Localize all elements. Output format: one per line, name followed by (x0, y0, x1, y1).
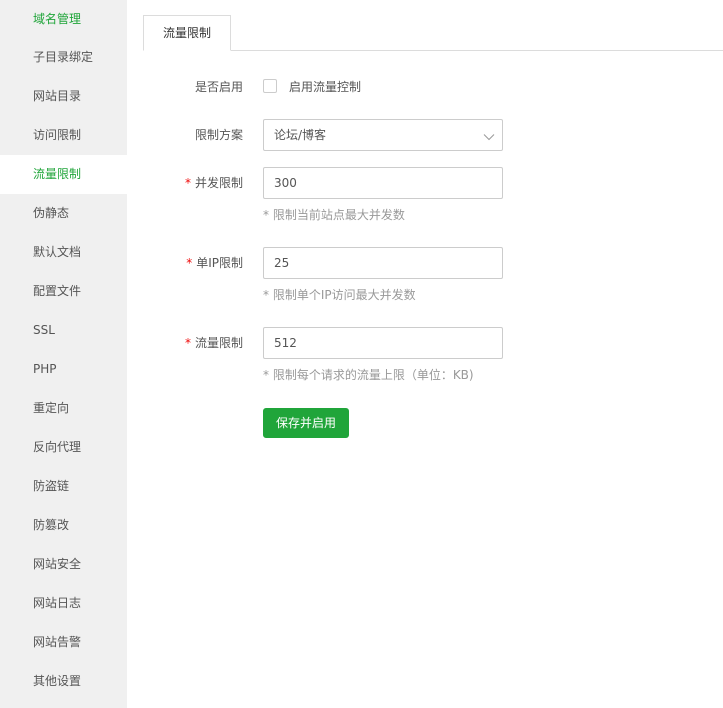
per-ip-limit-help: * 限制单个IP访问最大并发数 (263, 288, 416, 302)
sidebar-item-traffic-limit[interactable]: 流量限制 (0, 155, 127, 194)
sidebar-item-redirect[interactable]: 重定向 (0, 389, 127, 428)
rate-limit-label-text: 流量限制 (194, 336, 243, 350)
sidebar-item-hotlink-protection[interactable]: 防盗链 (0, 467, 127, 506)
sidebar-item-config-file[interactable]: 配置文件 (0, 272, 127, 311)
sidebar-item-tamper-protection[interactable]: 防篡改 (0, 506, 127, 545)
sidebar-item-site-logs[interactable]: 网站日志 (0, 584, 127, 623)
sidebar-item-default-document[interactable]: 默认文档 (0, 233, 127, 272)
sidebar-item-site-directory[interactable]: 网站目录 (0, 77, 127, 116)
required-mark: * (184, 176, 191, 190)
rate-limit-help: * 限制每个请求的流量上限（单位：KB) (263, 368, 474, 382)
tab-traffic-limit[interactable]: 流量限制 (143, 15, 231, 51)
sidebar-item-site-alerts[interactable]: 网站告警 (0, 623, 127, 662)
enable-label: 是否启用 (194, 80, 243, 94)
concurrent-limit-help: * 限制当前站点最大并发数 (263, 208, 405, 222)
sidebar: 域名管理 子目录绑定 网站目录 访问限制 流量限制 伪静态 默认文档 配置文件 … (0, 0, 127, 708)
sidebar-item-other-settings[interactable]: 其他设置 (0, 662, 127, 701)
per-ip-limit-label-text: 单IP限制 (196, 256, 243, 270)
sidebar-item-reverse-proxy[interactable]: 反向代理 (0, 428, 127, 467)
concurrent-limit-label: * 并发限制 (185, 173, 243, 193)
scheme-select[interactable]: 论坛/博客 (263, 119, 503, 151)
sidebar-item-subdirectory-binding[interactable]: 子目录绑定 (0, 38, 127, 77)
scheme-select-value: 论坛/博客 (274, 128, 327, 142)
per-ip-limit-input[interactable] (263, 247, 503, 279)
sidebar-item-site-security[interactable]: 网站安全 (0, 545, 127, 584)
chevron-down-icon (483, 130, 495, 141)
sidebar-item-php[interactable]: PHP (0, 350, 127, 389)
sidebar-item-ssl[interactable]: SSL (0, 311, 127, 350)
scheme-label: 限制方案 (194, 128, 243, 142)
concurrent-limit-label-text: 并发限制 (194, 176, 243, 190)
concurrent-limit-input[interactable] (263, 167, 503, 199)
required-mark: * (184, 336, 191, 350)
enable-traffic-control-checkbox[interactable] (263, 79, 277, 93)
save-and-enable-button[interactable]: 保存并启用 (263, 408, 349, 438)
site-settings-panel: 域名管理 子目录绑定 网站目录 访问限制 流量限制 伪静态 默认文档 配置文件 … (0, 0, 723, 708)
sidebar-item-domain-management[interactable]: 域名管理 (0, 0, 127, 39)
sidebar-item-access-restriction[interactable]: 访问限制 (0, 116, 127, 155)
rate-limit-input[interactable] (263, 327, 503, 359)
sidebar-item-rewrite[interactable]: 伪静态 (0, 194, 127, 233)
required-mark: * (186, 256, 193, 270)
per-ip-limit-label: * 单IP限制 (186, 253, 243, 273)
rate-limit-label: * 流量限制 (185, 333, 243, 353)
enable-traffic-control-label[interactable]: 启用流量控制 (289, 77, 361, 97)
